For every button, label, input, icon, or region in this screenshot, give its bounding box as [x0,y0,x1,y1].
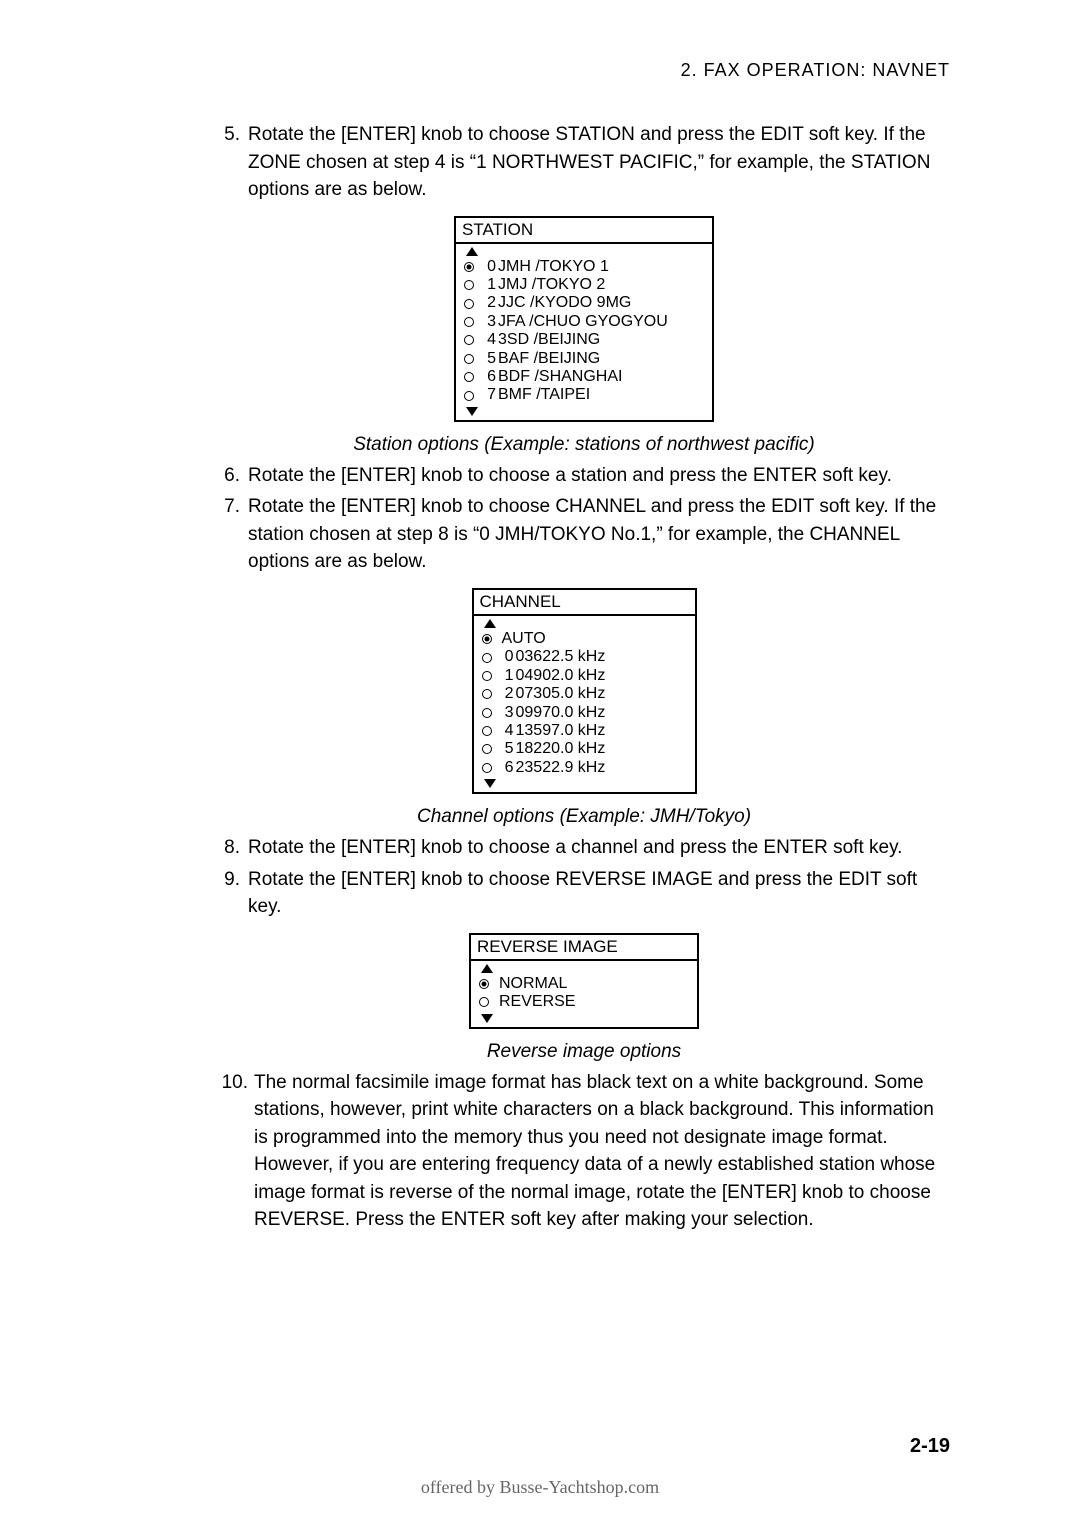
radio-icon [482,671,492,681]
step-10: 10. The normal facsimile image format ha… [218,1069,950,1234]
page-footer: offered by Busse-Yachtshop.com [0,1477,1080,1498]
channel-option: AUTO [482,630,687,648]
step-8: 8. Rotate the [ENTER] knob to choose a c… [218,834,950,862]
radio-icon [464,280,474,290]
radio-icon [482,708,492,718]
radio-icon [464,299,474,309]
channel-box: CHANNEL AUTO 0 03622.5 kHz 1 04902.0 kHz… [472,588,697,794]
scroll-up-icon [484,619,496,628]
step-text: Rotate the [ENTER] knob to choose STATIO… [248,121,950,204]
station-option: 1 JMJ /TOKYO 2 [464,276,704,294]
radio-icon [464,335,474,345]
radio-icon [479,997,489,1007]
radio-icon [479,979,489,989]
station-body: 0 JMH /TOKYO 1 1 JMJ /TOKYO 2 2 JJC /KYO… [456,244,712,420]
channel-option: 6 23522.9 kHz [482,759,687,777]
step-text: The normal facsimile image format has bl… [254,1069,950,1234]
reverse-body: NORMAL REVERSE [471,961,697,1027]
step-5: 5. Rotate the [ENTER] knob to choose STA… [218,121,950,204]
channel-option: 2 07305.0 kHz [482,685,687,703]
step-9: 9. Rotate the [ENTER] knob to choose REV… [218,866,950,921]
step-6: 6. Rotate the [ENTER] knob to choose a s… [218,462,950,490]
step-number: 5. [218,121,248,204]
page-header: 2. FAX OPERATION: NAVNET [200,60,950,81]
radio-icon [482,726,492,736]
step-number: 9. [218,866,248,921]
content-area: 5. Rotate the [ENTER] knob to choose STA… [218,121,950,1234]
station-option: 3 JFA /CHUO GYOGYOU [464,313,704,331]
reverse-title: REVERSE IMAGE [471,935,697,961]
radio-icon [482,744,492,754]
page-number: 2-19 [910,1435,950,1458]
reverse-option: NORMAL [479,975,689,993]
channel-option: 5 18220.0 kHz [482,740,687,758]
step-number: 8. [218,834,248,862]
station-option: 7 BMF /TAIPEI [464,386,704,404]
station-option: 5 BAF /BEIJING [464,350,704,368]
step-number: 6. [218,462,248,490]
station-option: 6 BDF /SHANGHAI [464,368,704,386]
reverse-option: REVERSE [479,993,689,1011]
channel-title: CHANNEL [474,590,695,616]
reverse-box: REVERSE IMAGE NORMAL REVERSE [469,933,699,1029]
step-7: 7. Rotate the [ENTER] knob to choose CHA… [218,493,950,576]
scroll-down-icon [466,407,478,416]
radio-icon [464,262,474,272]
radio-icon [482,653,492,663]
station-title: STATION [456,218,712,244]
step-number: 7. [218,493,248,576]
radio-icon [482,763,492,773]
scroll-up-icon [466,247,478,256]
channel-option: 1 04902.0 kHz [482,667,687,685]
channel-caption: Channel options (Example: JMH/Tokyo) [218,806,950,828]
station-caption: Station options (Example: stations of no… [218,434,950,456]
channel-option: 0 03622.5 kHz [482,648,687,666]
channel-option: 3 09970.0 kHz [482,704,687,722]
scroll-down-icon [484,779,496,788]
step-text: Rotate the [ENTER] knob to choose CHANNE… [248,493,950,576]
station-option: 2 JJC /KYODO 9MG [464,294,704,312]
radio-icon [464,354,474,364]
radio-icon [482,689,492,699]
scroll-up-icon [481,964,493,973]
channel-body: AUTO 0 03622.5 kHz 1 04902.0 kHz 2 07305… [474,616,695,792]
step-text: Rotate the [ENTER] knob to choose a stat… [248,462,950,490]
radio-icon [464,317,474,327]
radio-icon [464,372,474,382]
radio-icon [482,634,492,644]
reverse-caption: Reverse image options [218,1041,950,1063]
step-number: 10. [218,1069,254,1234]
station-option: 4 3SD /BEIJING [464,331,704,349]
step-text: Rotate the [ENTER] knob to choose a chan… [248,834,950,862]
station-box: STATION 0 JMH /TOKYO 1 1 JMJ /TOKYO 2 2 … [454,216,714,422]
radio-icon [464,391,474,401]
scroll-down-icon [481,1014,493,1023]
step-text: Rotate the [ENTER] knob to choose REVERS… [248,866,950,921]
station-option: 0 JMH /TOKYO 1 [464,258,704,276]
channel-option: 4 13597.0 kHz [482,722,687,740]
